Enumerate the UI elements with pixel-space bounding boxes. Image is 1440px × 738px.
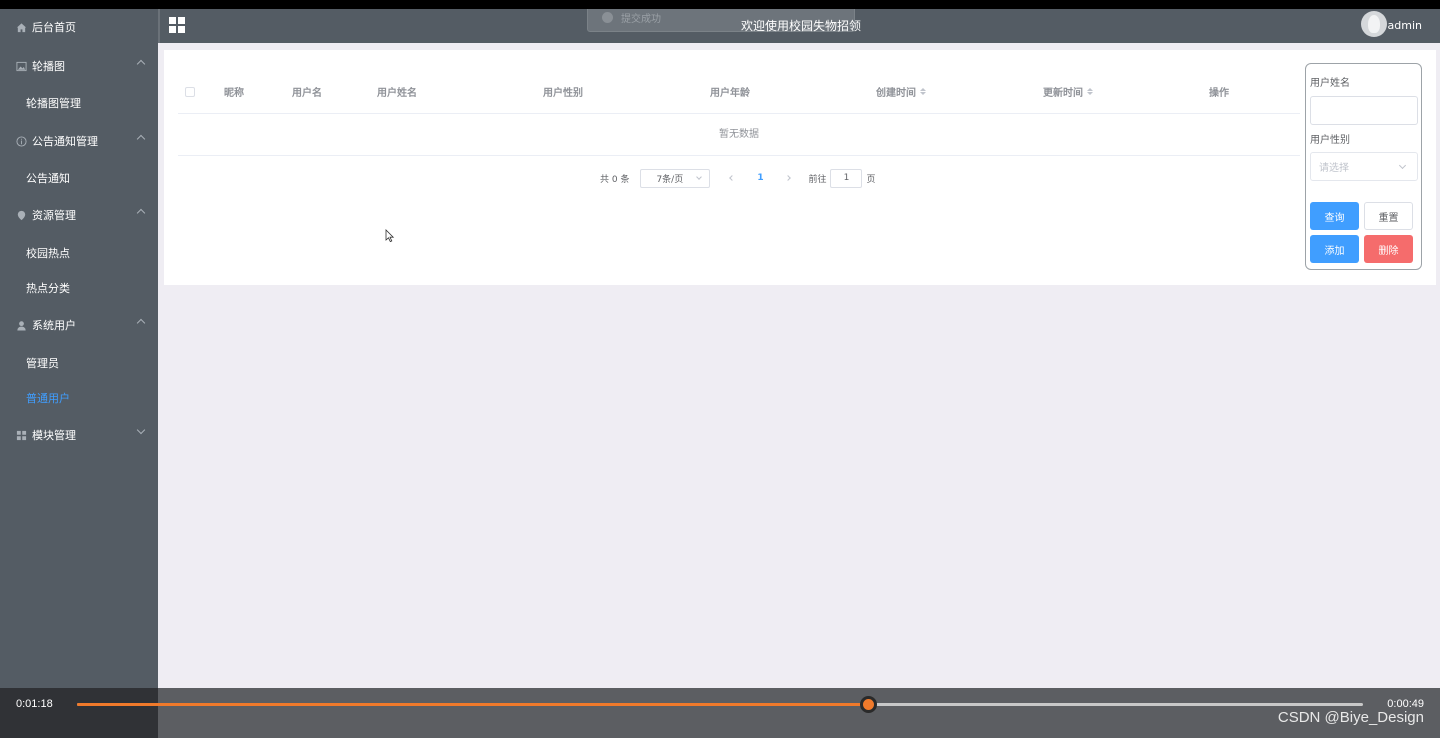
watermark: CSDN @Biye_Design — [1277, 709, 1424, 726]
gender-filter-label: 用户性别 — [1310, 135, 1350, 146]
reset-button[interactable]: 重置 — [1364, 202, 1413, 230]
sidebar-item-label: 公告通知管理 — [32, 135, 98, 148]
sidebar-subitem-regular-users[interactable]: 普通用户 — [0, 380, 158, 416]
user-icon — [15, 319, 27, 331]
sidebar-item-home[interactable]: 后台首页 — [0, 9, 158, 45]
empty-state: 暂无数据 — [178, 114, 1300, 156]
sort-caret-icon[interactable] — [920, 88, 926, 95]
sidebar-subitem-label: 校园热点 — [26, 247, 70, 260]
sort-caret-icon[interactable] — [1087, 88, 1093, 95]
sidebar-subitem-label: 公告通知 — [26, 172, 70, 185]
chevron-left-icon — [729, 175, 736, 181]
page-size-value: 7条/页 — [656, 174, 684, 185]
sidebar-subitem-label: 管理员 — [26, 357, 59, 370]
sidebar-item-carousel[interactable]: 轮播图 — [0, 48, 158, 84]
query-button[interactable]: 查询 — [1310, 202, 1359, 230]
sidebar-item-modules[interactable]: 模块管理 — [0, 417, 158, 453]
column-header-age: 用户年龄 — [710, 88, 750, 99]
chevron-down-icon — [1398, 161, 1407, 170]
column-header-username: 用户名 — [292, 88, 322, 99]
page-size-select[interactable]: 7条/页 — [640, 168, 711, 188]
chevron-up-icon — [136, 59, 146, 69]
picture-icon — [15, 60, 27, 72]
gender-select-placeholder: 请选择 — [1319, 163, 1349, 174]
chevron-up-icon — [136, 318, 146, 328]
column-header-updated-at[interactable]: 更新时间 — [1043, 84, 1093, 99]
gender-filter-select[interactable]: 请选择 — [1310, 152, 1418, 181]
video-controls: 0:01:18 0:00:49 CSDN @Biye_Design — [0, 688, 1440, 738]
add-button[interactable]: 添加 — [1310, 235, 1359, 263]
location-icon — [15, 209, 27, 221]
sidebar-subitem-label: 轮播图管理 — [26, 97, 81, 110]
sidebar-subitem-label: 普通用户 — [26, 392, 70, 405]
sidebar-subitem-carousel-manage[interactable]: 轮播图管理 — [0, 85, 158, 121]
avatar[interactable] — [1361, 11, 1387, 37]
goto-page-input[interactable] — [830, 168, 863, 188]
sidebar-subitem-notice[interactable]: 公告通知 — [0, 160, 158, 196]
column-header-gender: 用户性别 — [543, 88, 583, 99]
chevron-right-icon — [785, 175, 792, 181]
sidebar-item-label: 资源管理 — [32, 209, 76, 222]
sidebar-item-resources[interactable]: 资源管理 — [0, 197, 158, 233]
sidebar-subitem-label: 热点分类 — [26, 282, 70, 295]
select-all-checkbox[interactable] — [185, 87, 195, 97]
goto-prefix: 前往 — [808, 174, 827, 185]
column-header-real-name: 用户姓名 — [377, 88, 417, 99]
pagination-total: 共 0 条 — [600, 174, 630, 185]
seek-bar-progress — [77, 703, 868, 706]
sidebar-item-label: 轮播图 — [32, 60, 65, 73]
username[interactable]: admin — [1388, 19, 1422, 32]
video-controls-shade — [0, 688, 158, 738]
mouse-cursor-icon — [385, 229, 395, 243]
column-header-created-at[interactable]: 创建时间 — [876, 84, 926, 99]
home-icon — [15, 21, 27, 33]
page-title: 欢迎使用校园失物招领 — [740, 19, 861, 33]
sidebar-subitem-admins[interactable]: 管理员 — [0, 345, 158, 381]
table-header: 昵称 用户名 用户姓名 用户性别 用户年龄 创建时间 更新时间 操作 — [178, 66, 1300, 114]
pagination: 共 0 条 7条/页 1 前往 页 — [600, 168, 875, 188]
seek-bar[interactable] — [77, 696, 1363, 713]
chevron-up-icon — [136, 208, 146, 218]
grid-icon — [15, 429, 27, 441]
name-filter-label: 用户姓名 — [1310, 78, 1350, 89]
chevron-up-icon — [136, 134, 146, 144]
search-panel: 用户姓名 用户性别 请选择 查询 重置 添加 删除 — [1305, 63, 1422, 270]
time-elapsed: 0:01:18 — [16, 698, 53, 710]
chevron-down-icon — [696, 173, 703, 180]
sidebar-item-system-users[interactable]: 系统用户 — [0, 307, 158, 343]
top-bar: 提交成功 欢迎使用校园失物招领 admin — [158, 9, 1440, 43]
name-filter-input[interactable] — [1310, 96, 1418, 125]
column-header-actions: 操作 — [1209, 88, 1229, 99]
prev-page-button[interactable] — [724, 169, 740, 188]
seek-handle[interactable] — [859, 696, 877, 713]
info-icon — [15, 135, 27, 147]
sidebar-item-label: 系统用户 — [32, 319, 76, 332]
column-header-nickname: 昵称 — [224, 88, 244, 99]
goto-suffix: 页 — [866, 174, 876, 185]
content-panel: 昵称 用户名 用户姓名 用户性别 用户年龄 创建时间 更新时间 操作 暂无数据 … — [164, 50, 1436, 285]
sidebar-item-label: 后台首页 — [32, 21, 76, 34]
page-number-current[interactable]: 1 — [752, 173, 768, 183]
user-table: 昵称 用户名 用户姓名 用户性别 用户年龄 创建时间 更新时间 操作 暂无数据 — [178, 66, 1300, 156]
chevron-down-icon — [136, 425, 146, 435]
next-page-button[interactable] — [780, 169, 796, 188]
sidebar: 后台首页 轮播图 轮播图管理 公告通知管理 公告通知 资源管理 校园热点 热点分… — [0, 9, 158, 738]
sidebar-item-notice[interactable]: 公告通知管理 — [0, 123, 158, 159]
sidebar-item-label: 模块管理 — [32, 429, 76, 442]
app-window: 后台首页 轮播图 轮播图管理 公告通知管理 公告通知 资源管理 校园热点 热点分… — [0, 9, 1440, 738]
delete-button[interactable]: 删除 — [1364, 235, 1413, 263]
sidebar-subitem-hotspot-categories[interactable]: 热点分类 — [0, 270, 158, 306]
sidebar-subitem-campus-hotspots[interactable]: 校园热点 — [0, 235, 158, 271]
